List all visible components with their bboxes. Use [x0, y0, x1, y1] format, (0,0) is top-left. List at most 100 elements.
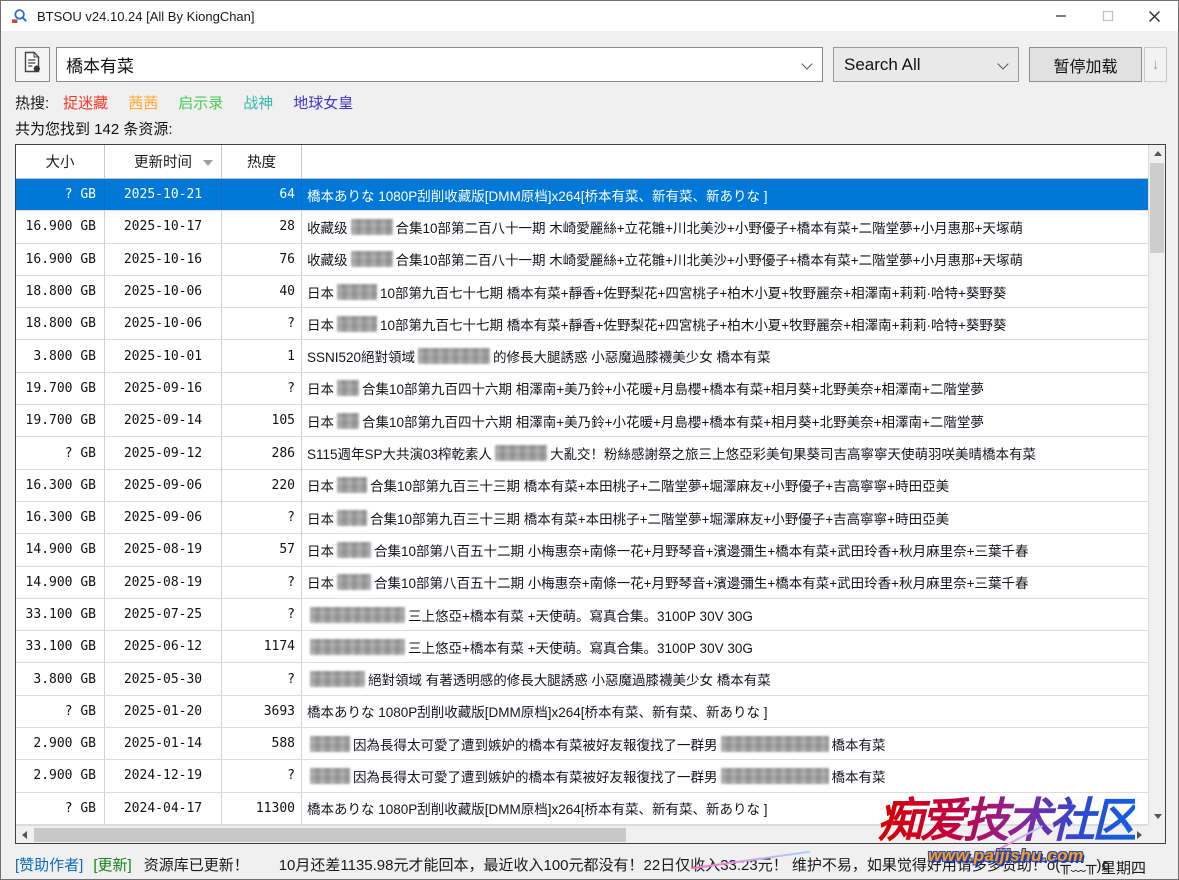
- app-logo-magnifier-icon: [11, 8, 29, 25]
- table-row[interactable]: 19.700 GB2025-09-14105日本合集10部第九百四十六期 相澤南…: [16, 405, 1148, 437]
- censored-blur: [310, 736, 350, 752]
- table-row[interactable]: ? GB2025-01-203693橋本ありな 1080P刮削收藏版[DMM原档…: [16, 696, 1148, 728]
- column-header-heat-label: 热度: [247, 151, 276, 172]
- down-arrow-icon: ↓: [1152, 56, 1160, 73]
- column-header-size-label: 大小: [46, 151, 75, 172]
- heat-cell: ?: [222, 502, 302, 533]
- update-link[interactable]: [更新]: [93, 854, 131, 875]
- date-cell: 2025-01-20: [105, 696, 222, 727]
- title-cell: 日本合集10部第九百四十六期 相澤南+美乃鈴+小花暖+月島櫻+橋本有菜+相月葵+…: [302, 373, 1148, 404]
- heat-cell: 76: [222, 244, 302, 275]
- hot-search-link[interactable]: 战神: [243, 95, 273, 112]
- date-cell: 2025-01-14: [105, 728, 222, 759]
- table-row[interactable]: 14.900 GB2025-08-1957日本合集10部第八百五十二期 小梅惠奈…: [16, 534, 1148, 566]
- size-cell: 2.900 GB: [16, 728, 105, 759]
- size-cell: 16.300 GB: [16, 502, 105, 533]
- table-row[interactable]: 3.800 GB2025-10-011SSNI520絕對領域 的修長大腿誘惑 小…: [16, 340, 1148, 372]
- chevron-down-icon[interactable]: [997, 58, 1008, 69]
- table-row[interactable]: ? GB2025-09-12286S115週年SP大共演03榨乾素人大亂交！粉絲…: [16, 437, 1148, 469]
- size-cell: 3.800 GB: [16, 663, 105, 694]
- heat-cell: 64: [222, 179, 302, 210]
- table-row[interactable]: 2.900 GB2025-01-14588 因為長得太可愛了遭到嫉妒的橋本有菜被…: [16, 728, 1148, 760]
- heat-cell: 11300: [222, 793, 302, 824]
- date-cell: 2025-10-01: [105, 340, 222, 371]
- heat-cell: ?: [222, 599, 302, 630]
- size-cell: 19.700 GB: [16, 405, 105, 436]
- search-input[interactable]: 橋本有菜: [56, 47, 823, 82]
- table-row[interactable]: 16.300 GB2025-09-06220日本合集10部第九百三十三期 橋本有…: [16, 470, 1148, 502]
- chevron-down-icon[interactable]: [801, 58, 812, 69]
- table-row[interactable]: 18.800 GB2025-10-06?日本10部第九百七十七期 橋本有菜+靜香…: [16, 308, 1148, 340]
- size-cell: ? GB: [16, 696, 105, 727]
- table-row[interactable]: 16.300 GB2025-09-06?日本合集10部第九百三十三期 橋本有菜+…: [16, 502, 1148, 534]
- table-row[interactable]: 3.800 GB2025-05-30?絕對領域 有著透明感的修長大腿誘惑 小惡魔…: [16, 663, 1148, 695]
- hot-search-link[interactable]: 捉迷藏: [63, 95, 108, 112]
- size-cell: 14.900 GB: [16, 534, 105, 565]
- date-cell: 2025-10-06: [105, 308, 222, 339]
- table-row[interactable]: 14.900 GB2025-08-19?日本合集10部第八百五十二期 小梅惠奈+…: [16, 567, 1148, 599]
- table-row[interactable]: 16.900 GB2025-10-1728收藏级合集10部第二百八十一期 木崎愛…: [16, 211, 1148, 243]
- hot-search-links: 捉迷藏 茜茜 启示录 战神 地球女皇: [63, 92, 373, 113]
- heat-cell: 1: [222, 340, 302, 371]
- column-header-date-label: 更新时间: [134, 151, 192, 172]
- censored-blur: [418, 348, 490, 364]
- scroll-up-arrow-icon[interactable]: [1149, 145, 1166, 162]
- vertical-scrollbar[interactable]: [1148, 145, 1165, 825]
- title-cell: 橋本ありな 1080P刮削收藏版[DMM原档]x264[桥本有菜、新有菜、新あり…: [302, 179, 1148, 210]
- table-row[interactable]: 33.100 GB2025-07-25? 三上悠亞+橋本有菜 +天使萌。寫真合集…: [16, 599, 1148, 631]
- table-row[interactable]: ? GB2025-10-2164橋本ありな 1080P刮削收藏版[DMM原档]x…: [16, 179, 1148, 211]
- close-button[interactable]: [1131, 1, 1178, 31]
- sort-descending-icon: [203, 160, 213, 166]
- search-input-value: 橋本有菜: [66, 52, 134, 77]
- table-row[interactable]: 33.100 GB2025-06-121174 三上悠亞+橋本有菜 +天使萌。寫…: [16, 631, 1148, 663]
- search-settings-button[interactable]: [15, 47, 50, 82]
- hot-search-link[interactable]: 启示录: [178, 95, 223, 112]
- vertical-scrollbar-thumb[interactable]: [1150, 163, 1164, 253]
- load-more-button: ↓: [1144, 47, 1167, 82]
- heat-cell: 57: [222, 534, 302, 565]
- app-window: { "window": { "title": "BTSOU v24.10.24 …: [0, 0, 1179, 880]
- date-cell: 2025-09-16: [105, 373, 222, 404]
- size-cell: 2.900 GB: [16, 760, 105, 791]
- size-cell: ? GB: [16, 793, 105, 824]
- engine-select[interactable]: Search All: [833, 47, 1019, 82]
- results-table: 大小 更新时间 热度 ? GB2025-10-2164橋本ありな 1080P刮削…: [15, 144, 1166, 844]
- pause-loading-button[interactable]: 暂停加载: [1029, 47, 1142, 82]
- date-cell: 2025-10-17: [105, 211, 222, 242]
- censored-blur: [337, 284, 377, 300]
- censored-blur: [337, 380, 359, 396]
- date-cell: 2025-08-19: [105, 534, 222, 565]
- column-header-date[interactable]: 更新时间: [105, 145, 222, 178]
- table-header-row: 大小 更新时间 热度: [16, 145, 1148, 179]
- horizontal-scrollbar-thumb[interactable]: [34, 828, 626, 842]
- hot-search-label: 热搜:: [15, 92, 49, 113]
- size-cell: 14.900 GB: [16, 567, 105, 598]
- title-cell: 日本合集10部第九百三十三期 橋本有菜+本田桃子+二階堂夢+堀澤麻友+小野優子+…: [302, 470, 1148, 501]
- table-row[interactable]: 18.800 GB2025-10-0640日本10部第九百七十七期 橋本有菜+靜…: [16, 276, 1148, 308]
- heat-cell: 220: [222, 470, 302, 501]
- hot-search-link[interactable]: 茜茜: [128, 95, 158, 112]
- column-header-title[interactable]: [302, 145, 1148, 178]
- heat-cell: 286: [222, 437, 302, 468]
- size-cell: 16.900 GB: [16, 244, 105, 275]
- minimize-button[interactable]: [1037, 1, 1084, 31]
- table-row[interactable]: 16.900 GB2025-10-1676收藏级合集10部第二百八十一期 木崎愛…: [16, 244, 1148, 276]
- date-cell: 2025-09-14: [105, 405, 222, 436]
- hot-search-link[interactable]: 地球女皇: [293, 95, 353, 112]
- censored-blur: [337, 574, 371, 590]
- sponsor-author-link[interactable]: [赞助作者]: [15, 854, 83, 875]
- title-cell: S115週年SP大共演03榨乾素人大亂交！粉絲感謝祭之旅三上悠亞彩美旬果葵司吉高…: [302, 437, 1148, 468]
- censored-blur: [721, 736, 829, 752]
- maximize-button: [1084, 1, 1131, 31]
- heat-cell: ?: [222, 760, 302, 791]
- column-header-size[interactable]: 大小: [16, 145, 105, 178]
- title-cell: 收藏级合集10部第二百八十一期 木崎愛麗絲+立花雛+川北美沙+小野優子+橋本有菜…: [302, 244, 1148, 275]
- scroll-left-arrow-icon[interactable]: [16, 826, 33, 843]
- result-count-text: 共为您找到 142 条资源:: [15, 118, 173, 139]
- table-row[interactable]: 19.700 GB2025-09-16?日本合集10部第九百四十六期 相澤南+美…: [16, 373, 1148, 405]
- column-header-heat[interactable]: 热度: [222, 145, 302, 178]
- size-cell: ? GB: [16, 179, 105, 210]
- date-cell: 2025-10-21: [105, 179, 222, 210]
- scroll-down-arrow-icon[interactable]: [1149, 808, 1166, 825]
- censored-blur: [337, 542, 371, 558]
